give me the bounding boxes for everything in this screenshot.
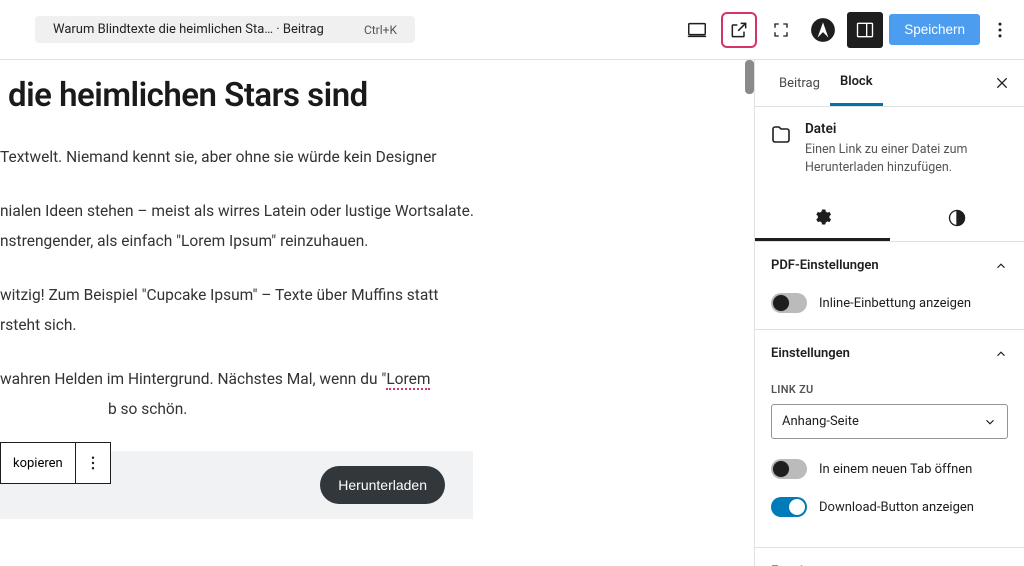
editor-canvas[interactable]: die heimlichen Stars sind Textwelt. Niem… <box>0 60 754 566</box>
spellcheck-mark: Lorem <box>386 370 430 390</box>
scrollbar-thumb[interactable] <box>745 60 754 94</box>
document-title-bar[interactable]: Warum Blindtexte die heimlichen Sta… · B… <box>35 16 415 43</box>
tab-block[interactable]: Block <box>830 60 883 106</box>
document-title: Warum Blindtexte die heimlichen Sta… · B… <box>53 22 324 37</box>
download-button[interactable]: Herunterladen <box>320 466 445 504</box>
sidebar-toggle-icon[interactable] <box>847 12 883 48</box>
text-fragment: b so schön. <box>108 400 187 418</box>
field-label-linkto: Link zu <box>771 383 1008 396</box>
tab-post[interactable]: Beitrag <box>769 62 830 105</box>
copy-url-button[interactable]: kopieren <box>1 443 75 483</box>
chevron-down-icon <box>983 415 997 429</box>
block-toolbar: kopieren <box>0 442 111 484</box>
select-link-to[interactable]: Anhang-Seite <box>771 404 1008 439</box>
section-title: Einstellungen <box>771 346 850 361</box>
paragraph[interactable]: nialen Ideen stehen – meist als wirres L… <box>0 199 724 223</box>
settings-sidebar: Beitrag Block Datei Einen Link zu einer … <box>754 60 1024 566</box>
subtab-styles[interactable] <box>890 195 1024 241</box>
toggle-label: Inline-Einbettung anzeigen <box>819 296 971 311</box>
block-more-options-icon[interactable] <box>76 443 110 483</box>
subtab-settings[interactable] <box>755 195 890 241</box>
select-value: Anhang-Seite <box>782 414 859 429</box>
section-settings[interactable]: Einstellungen <box>755 330 1024 377</box>
gear-icon <box>812 207 832 227</box>
keyboard-shortcut: Ctrl+K <box>364 23 397 37</box>
paragraph[interactable]: b so schön. <box>0 397 724 421</box>
external-preview-button[interactable] <box>721 12 757 48</box>
paragraph[interactable]: rsteht sich. <box>0 313 724 337</box>
post-heading[interactable]: die heimlichen Stars sind <box>8 76 724 115</box>
section-pdf-settings[interactable]: PDF-Einstellungen <box>755 242 1024 289</box>
file-block-icon <box>769 123 793 147</box>
paragraph[interactable]: wahren Helden im Hintergrund. Nächstes M… <box>0 367 724 391</box>
toggle-label: Download-Button anzeigen <box>819 500 974 515</box>
block-name: Datei <box>805 121 1010 137</box>
contrast-icon <box>947 208 967 228</box>
chevron-up-icon <box>994 259 1008 273</box>
toggle-show-download[interactable] <box>771 497 807 517</box>
paragraph[interactable]: nstrengender, als einfach "Lorem Ipsum" … <box>0 229 724 253</box>
close-sidebar-icon[interactable] <box>986 67 1018 99</box>
block-description: Einen Link zu einer Datei zum Herunterla… <box>805 141 1010 177</box>
astra-icon[interactable] <box>805 12 841 48</box>
paragraph[interactable]: Textwelt. Niemand kennt sie, aber ohne s… <box>0 145 724 169</box>
fullscreen-icon[interactable] <box>763 12 799 48</box>
text-fragment: wahren Helden im Hintergrund. Nächstes M… <box>0 370 386 388</box>
toggle-inline-embed[interactable] <box>771 293 807 313</box>
paragraph[interactable]: witzig! Zum Beispiel "Cupcake Ipsum" – T… <box>0 283 724 307</box>
section-title: PDF-Einstellungen <box>771 258 879 273</box>
more-options-icon[interactable] <box>986 12 1014 48</box>
save-button[interactable]: Speichern <box>889 14 980 45</box>
desktop-view-icon[interactable] <box>679 12 715 48</box>
chevron-up-icon <box>994 347 1008 361</box>
toggle-label: In einem neuen Tab öffnen <box>819 462 972 477</box>
section-advanced[interactable]: Erweitert <box>755 548 1024 566</box>
toggle-open-new-tab[interactable] <box>771 459 807 479</box>
